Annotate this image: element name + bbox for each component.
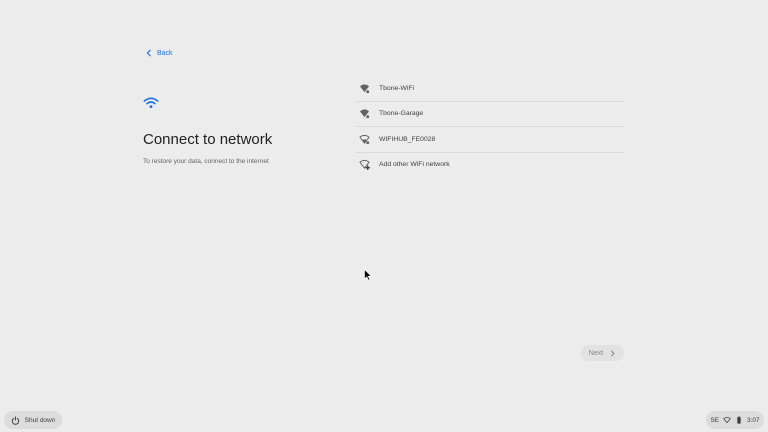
page-title: Connect to network [143,131,273,148]
wifi-icon [143,97,159,109]
network-list: Tbone-WiFi Tbone-Garage WIFIHUB_FE0028 A… [355,76,625,177]
network-name: Tbone-WiFi [379,84,415,92]
wifi-secured-icon [359,83,370,94]
network-name: WIFIHUB_FE0028 [379,135,436,143]
clock: 3:07 [747,416,760,424]
network-item[interactable]: Tbone-WiFi [355,76,625,102]
wifi-secured-icon [359,108,370,119]
mouse-cursor-icon [364,269,372,281]
next-label: Next [588,349,604,357]
shutdown-button[interactable]: Shut down [4,411,62,429]
network-name: Tbone-Garage [379,110,424,118]
locale-indicator: SE [710,416,719,424]
add-network-item[interactable]: Add other WiFi network [355,153,625,178]
wifi-status-icon [723,416,731,424]
power-icon [11,415,19,425]
page-subtitle: To restore your data, connect to the int… [143,158,269,165]
back-label: Back [157,49,173,57]
system-tray[interactable]: SE 3:07 [706,411,764,429]
wifi-weak-secured-icon [359,134,370,145]
wifi-add-icon [359,159,370,171]
chevron-left-icon [146,49,151,57]
add-network-label: Add other WiFi network [379,161,450,169]
battery-icon [737,416,741,424]
back-button[interactable]: Back [145,49,173,57]
shutdown-label: Shut down [24,416,56,424]
next-button[interactable]: Next [581,345,624,361]
network-item[interactable]: Tbone-Garage [355,102,625,127]
chevron-right-icon [611,350,615,356]
network-item[interactable]: WIFIHUB_FE0028 [355,127,625,153]
